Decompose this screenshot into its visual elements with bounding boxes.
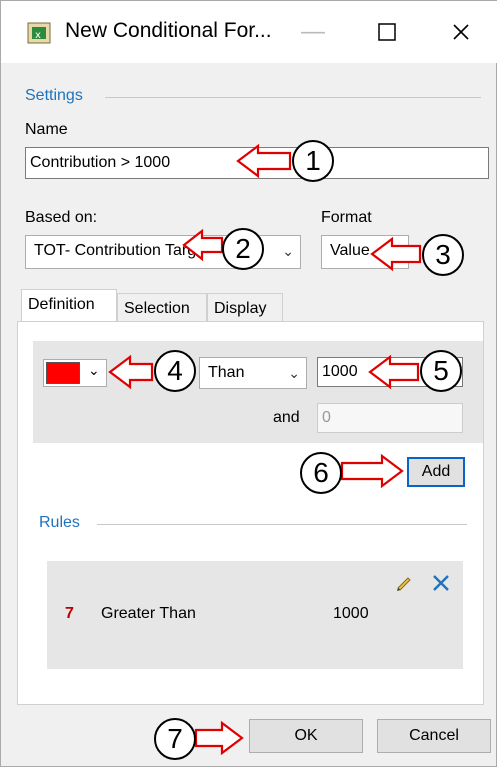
arrow-5 (368, 354, 420, 390)
callout-7: 7 (154, 718, 196, 760)
callout-2: 2 (222, 228, 264, 270)
callout-3: 3 (422, 234, 464, 276)
callout-6: 6 (300, 452, 342, 494)
callout-1: 1 (292, 140, 334, 182)
arrow-3 (370, 236, 422, 272)
callout-4: 4 (154, 350, 196, 392)
arrow-6 (340, 453, 404, 489)
arrow-4 (108, 354, 154, 390)
arrow-1 (236, 143, 292, 179)
arrow-2 (182, 228, 224, 262)
arrow-7 (194, 720, 244, 756)
callout-5: 5 (420, 350, 462, 392)
